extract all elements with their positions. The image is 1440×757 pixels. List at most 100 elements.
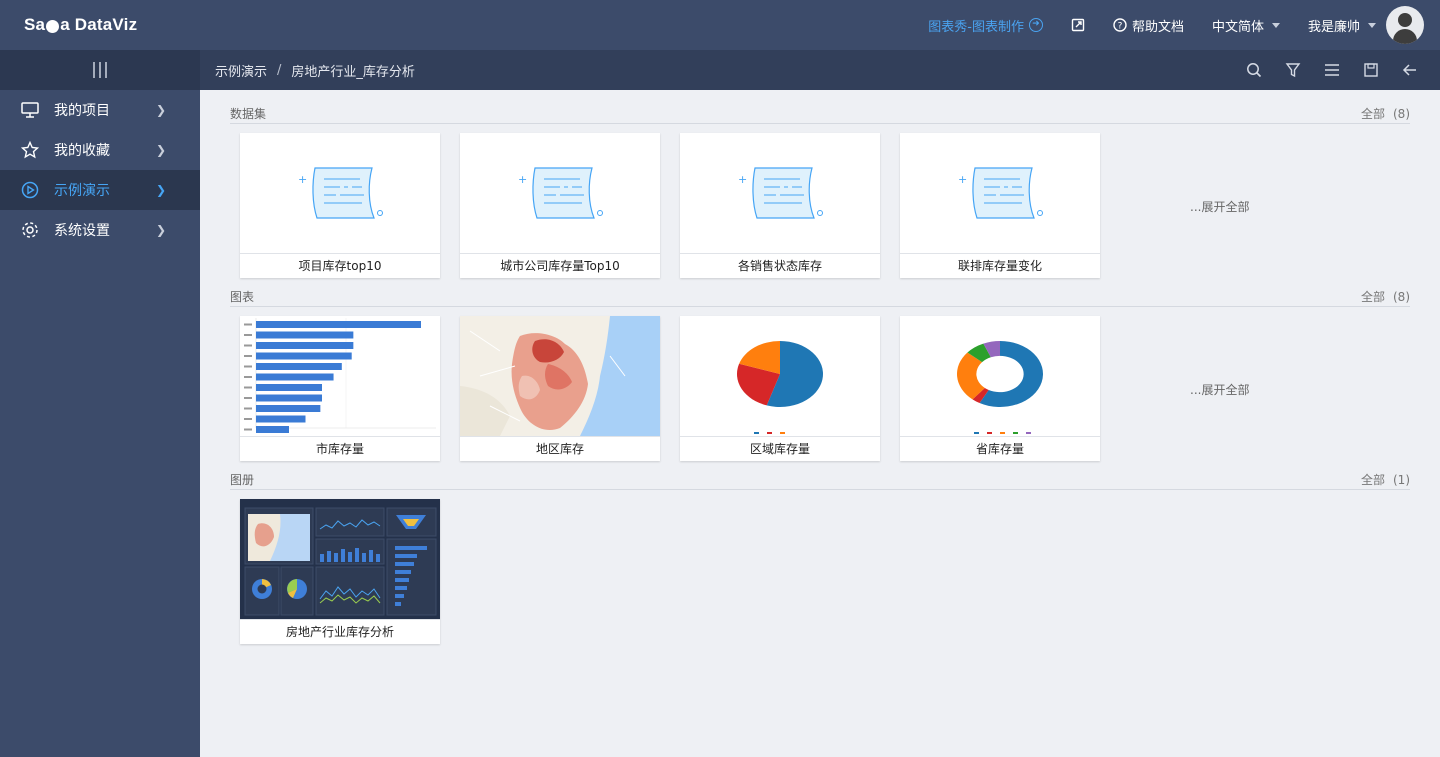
bar-tick-mark — [244, 407, 252, 410]
svg-text:+: + — [958, 173, 967, 186]
bar-mark — [256, 321, 421, 328]
list-menu-button[interactable] — [1322, 60, 1342, 80]
card-label: 省库存量 — [900, 436, 1100, 461]
caret-down-icon — [1368, 22, 1376, 28]
album-card[interactable]: 房地产行业库存分析 — [240, 499, 440, 644]
chart-card[interactable]: 省库存量 — [900, 316, 1100, 461]
caret-down-icon — [1271, 22, 1280, 28]
legend-swatch — [1000, 432, 1005, 434]
bar-mark — [256, 415, 306, 423]
bar-tick-mark — [244, 397, 252, 399]
bar-mark — [256, 384, 322, 391]
pie-chart-thumbnail — [680, 316, 880, 436]
svg-text:+: + — [298, 173, 307, 186]
chevron-right-icon: ❯ — [155, 183, 166, 197]
sub-toolbar: 示例演示 / 房地产行业_库存分析 — [0, 50, 1440, 90]
chart-card[interactable]: 市库存量 — [240, 316, 440, 461]
sidebar-toggle-button[interactable] — [0, 50, 200, 90]
dataset-card[interactable]: + 联排库存量变化 — [900, 133, 1100, 278]
bar-mark — [256, 426, 289, 433]
all-label: 全部 — [1360, 107, 1385, 121]
bar-mark — [256, 352, 352, 360]
showcase-link[interactable]: 图表秀-图表制作 ➜ — [928, 16, 1043, 35]
arrow-left-icon — [1402, 64, 1416, 76]
app-logo[interactable]: Sa a DataViz — [24, 0, 137, 50]
top-nav-menu: 图表秀-图表制作 ➜ ? 帮助文档 中文简体 我是廉帅 — [928, 0, 1440, 50]
sidebar-item-favorites[interactable]: 我的收藏 ❯ — [0, 130, 200, 170]
chart-card[interactable]: 地区库存 — [460, 316, 660, 461]
sidebar-item-demos[interactable]: 示例演示 ❯ — [0, 170, 200, 210]
all-count: (8) — [1393, 107, 1410, 121]
section-header-albums: 图册 全部 (1) — [230, 468, 1410, 490]
bar-tick-mark — [244, 386, 252, 389]
card-label: 市库存量 — [240, 436, 440, 461]
bar-tick-mark — [244, 428, 252, 431]
dataset-card[interactable]: + 各销售状态库存 — [680, 133, 880, 278]
sidebar-item-my-projects[interactable]: 我的项目 ❯ — [0, 90, 200, 130]
chart-card[interactable]: 区域库存量 — [680, 316, 880, 461]
back-button[interactable] — [1400, 60, 1420, 80]
breadcrumb-current: 房地产行业_库存分析 — [291, 64, 415, 80]
card-label: 地区库存 — [460, 436, 660, 461]
section-all-link[interactable]: 全部 (1) — [1361, 471, 1410, 488]
language-dropdown[interactable]: 中文简体 — [1212, 16, 1280, 35]
svg-text:+: + — [518, 173, 527, 186]
section-title: 数据集 — [230, 107, 267, 121]
legend-swatch — [1013, 432, 1018, 434]
save-icon — [1364, 63, 1378, 77]
legend-swatch — [754, 432, 759, 434]
help-icon: ? — [1113, 18, 1127, 32]
logo-text-a: Sa — [24, 15, 46, 34]
legend-swatch — [987, 432, 992, 434]
dataset-thumbnail-icon: + — [900, 133, 1100, 253]
chevron-right-icon: ❯ — [155, 143, 166, 157]
logo-mark-icon — [46, 19, 60, 33]
menu-bars-icon — [93, 62, 107, 78]
bar-tick-mark — [244, 334, 252, 336]
bar-tick-mark — [244, 376, 252, 378]
monitor-icon — [20, 100, 40, 120]
user-menu-dropdown[interactable]: 我是廉帅 — [1308, 16, 1376, 35]
help-docs-label: 帮助文档 — [1131, 19, 1184, 35]
sidebar-item-settings[interactable]: 系统设置 ❯ — [0, 210, 200, 250]
card-label: 各销售状态库存 — [680, 253, 880, 278]
section-all-link[interactable]: 全部 (8) — [1361, 105, 1410, 122]
dashboard-thumbnail — [240, 499, 440, 619]
sidebar-item-label: 示例演示 — [54, 183, 110, 199]
save-button[interactable] — [1361, 60, 1381, 80]
section-title: 图册 — [230, 473, 255, 487]
card-label: 区域库存量 — [680, 436, 880, 461]
bar-mark — [256, 394, 322, 402]
star-icon — [20, 140, 40, 160]
card-label: 城市公司库存量Top10 — [460, 253, 660, 278]
chevron-right-icon: ❯ — [155, 223, 166, 237]
bar-tick-mark — [244, 344, 252, 347]
legend-swatch — [767, 432, 772, 434]
search-button[interactable] — [1244, 60, 1264, 80]
language-label: 中文简体 — [1211, 19, 1264, 35]
legend-swatch — [780, 432, 785, 434]
logo-text-b: a DataViz — [60, 15, 138, 34]
card-label: 项目库存top10 — [240, 253, 440, 278]
dataset-card[interactable]: + 项目库存top10 — [240, 133, 440, 278]
showcase-link-label: 图表秀-图表制作 — [928, 19, 1024, 35]
bar-tick-mark — [244, 323, 252, 326]
play-circle-icon — [20, 180, 40, 200]
legend-swatch — [1026, 432, 1031, 434]
dataset-thumbnail-icon: + — [680, 133, 880, 253]
expand-all-charts-link[interactable]: ...展开全部 — [1190, 381, 1249, 398]
filter-button[interactable] — [1283, 60, 1303, 80]
svg-text:?: ? — [1118, 22, 1123, 32]
legend-swatch — [974, 432, 979, 434]
help-docs-link[interactable]: ? 帮助文档 — [1113, 16, 1184, 35]
map-thumbnail — [460, 316, 660, 436]
all-count: (1) — [1393, 473, 1410, 487]
arrow-right-circle-icon: ➜ — [1028, 18, 1043, 32]
dataset-card[interactable]: + 城市公司库存量Top10 — [460, 133, 660, 278]
breadcrumb-root[interactable]: 示例演示 — [215, 61, 267, 80]
avatar[interactable] — [1386, 6, 1424, 44]
search-icon — [1247, 63, 1262, 78]
external-link-button[interactable] — [1071, 18, 1085, 32]
section-all-link[interactable]: 全部 (8) — [1361, 288, 1410, 305]
expand-all-datasets-link[interactable]: ...展开全部 — [1190, 198, 1249, 215]
